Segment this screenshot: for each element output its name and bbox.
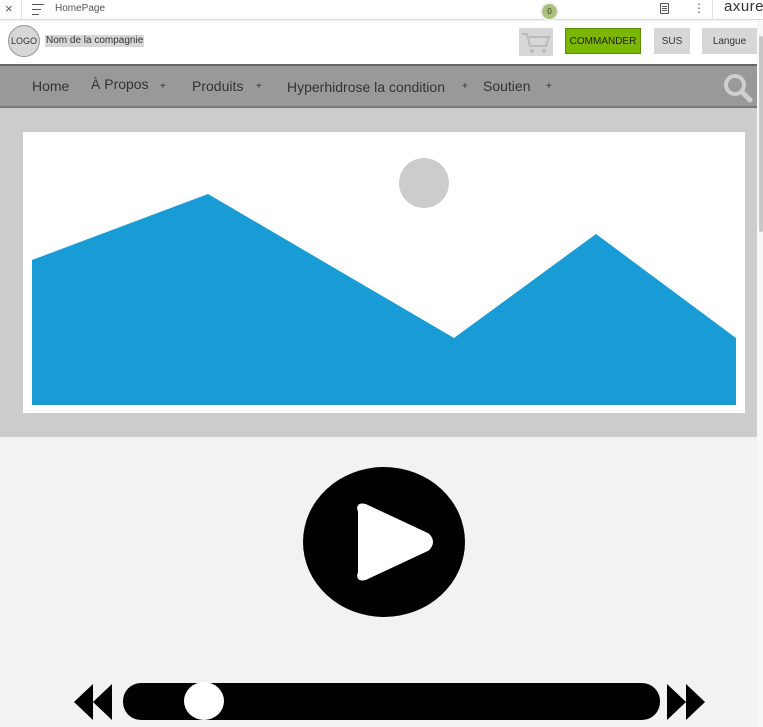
toolbar-divider-right xyxy=(712,0,713,20)
company-name: Nom de la compagnie xyxy=(45,35,145,47)
hero-banner xyxy=(0,108,757,437)
video-progress-handle[interactable] xyxy=(184,682,224,720)
axure-toolbar: × HomePage ⋮ axure xyxy=(0,0,763,20)
cart-button[interactable] xyxy=(519,28,553,56)
fast-forward-icon[interactable] xyxy=(666,684,706,720)
scrollbar-thumb[interactable] xyxy=(759,36,763,232)
main-nav: Home À Propos + Produits + Hyperhidrose … xyxy=(0,64,757,108)
close-icon[interactable]: × xyxy=(5,0,13,18)
cart-count-badge: 0 xyxy=(540,2,559,21)
nav-expand-a-propos[interactable]: + xyxy=(160,80,166,94)
language-button[interactable]: Langue xyxy=(702,28,757,54)
nav-expand-hyperhidrose[interactable]: + xyxy=(462,80,468,94)
axure-logo: axure xyxy=(724,0,763,15)
rewind-icon[interactable] xyxy=(73,684,113,720)
logo[interactable]: LOGO xyxy=(8,25,40,57)
toolbar-divider xyxy=(21,0,22,20)
notes-icon[interactable] xyxy=(660,3,669,14)
search-icon[interactable] xyxy=(723,73,753,103)
hero-image-placeholder xyxy=(23,132,745,413)
cart-icon xyxy=(522,33,551,53)
nav-item-soutien[interactable]: Soutien xyxy=(483,77,530,95)
image-placeholder-icon xyxy=(32,158,736,405)
nav-item-produits[interactable]: Produits xyxy=(192,77,243,95)
nav-expand-produits[interactable]: + xyxy=(256,80,262,94)
menu-icon[interactable] xyxy=(32,4,44,15)
sus-button[interactable]: SUS xyxy=(654,28,690,54)
site-header: LOGO Nom de la compagnie COMMANDER SUS L… xyxy=(0,21,757,64)
more-icon[interactable]: ⋮ xyxy=(693,0,705,16)
order-button[interactable]: COMMANDER xyxy=(565,28,641,54)
nav-item-a-propos[interactable]: À Propos xyxy=(91,75,149,93)
nav-item-home[interactable]: Home xyxy=(32,77,69,95)
page-title: HomePage xyxy=(55,3,106,14)
nav-expand-soutien[interactable]: + xyxy=(546,80,552,94)
play-icon[interactable] xyxy=(303,467,465,617)
nav-item-hyperhidrose[interactable]: Hyperhidrose la condition xyxy=(287,78,445,96)
